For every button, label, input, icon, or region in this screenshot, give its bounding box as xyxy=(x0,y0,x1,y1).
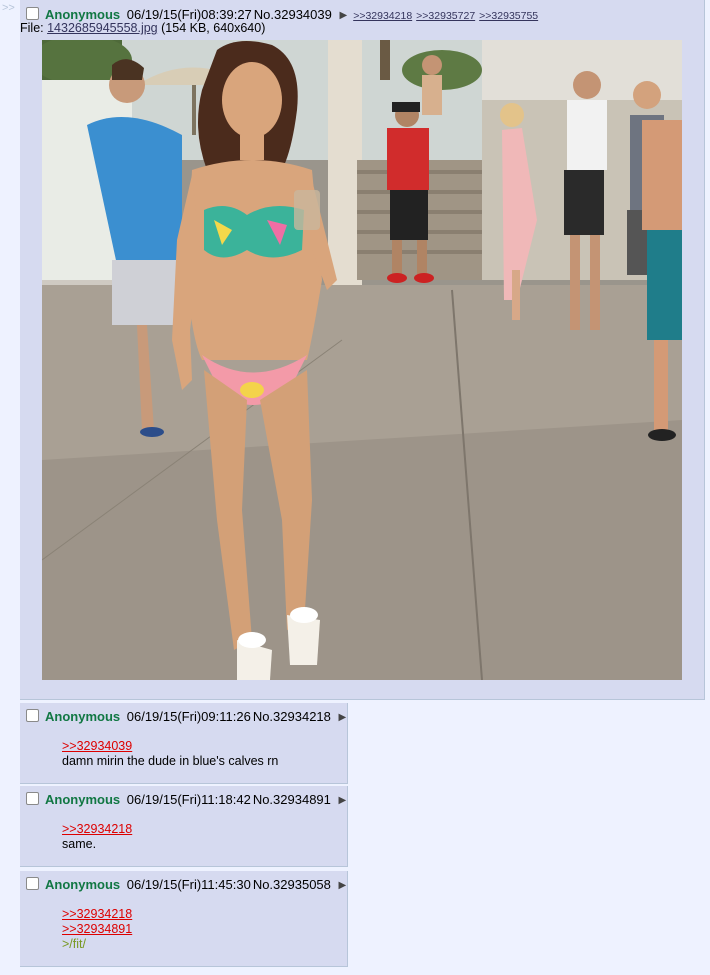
poster-name: Anonymous xyxy=(45,7,121,22)
post-image[interactable] xyxy=(42,40,682,680)
op-post: Anonymous 06/19/15(Fri)08:39:27 No.329340… xyxy=(20,0,705,700)
reply-post: Anonymous 06/19/15(Fri)09:11:26 No.329342… xyxy=(20,703,348,784)
greentext: >/fit/ xyxy=(62,937,86,951)
file-label: File: xyxy=(20,21,44,35)
reply-header: Anonymous 06/19/15(Fri)09:11:26 No.329342… xyxy=(26,709,352,724)
quote-link[interactable]: >>32934218 xyxy=(62,907,132,922)
reply-body: >>32934218 same. xyxy=(62,822,132,852)
post-datetime: 06/19/15(Fri)11:18:42 xyxy=(126,792,251,807)
reply-text: damn mirin the dude in blue's calves rn xyxy=(62,754,279,768)
reply-header: Anonymous 06/19/15(Fri)11:45:30 No.329350… xyxy=(26,877,352,892)
poster-name: Anonymous xyxy=(45,709,121,724)
reply-checkbox[interactable] xyxy=(26,877,39,890)
file-name-link[interactable]: 1432685945558.jpg xyxy=(47,21,158,35)
post-number[interactable]: No.32934218 xyxy=(253,709,331,724)
post-marker: >> xyxy=(2,2,15,14)
reply-post: Anonymous 06/19/15(Fri)11:18:42 No.329348… xyxy=(20,786,348,867)
reply-header: Anonymous 06/19/15(Fri)11:18:42 No.329348… xyxy=(26,792,352,807)
reply-checkbox[interactable] xyxy=(26,709,39,722)
post-menu-arrow-icon[interactable]: ▶ xyxy=(339,795,347,806)
post-menu-arrow-icon[interactable]: ▶ xyxy=(339,880,347,891)
post-datetime: 06/19/15(Fri)09:11:26 xyxy=(126,709,251,724)
post-number[interactable]: No.32935058 xyxy=(253,877,331,892)
backlink[interactable]: >>32935755 xyxy=(479,10,538,22)
backlink[interactable]: >>32934218 xyxy=(353,10,412,22)
post-menu-arrow-icon[interactable]: ▶ xyxy=(339,712,347,723)
file-meta: (154 KB, 640x640) xyxy=(161,21,266,35)
post-datetime: 06/19/15(Fri)11:45:30 xyxy=(126,877,251,892)
quote-link[interactable]: >>32934039 xyxy=(62,739,278,754)
quote-link[interactable]: >>32934218 xyxy=(62,822,132,837)
op-post-header: Anonymous 06/19/15(Fri)08:39:27 No.329340… xyxy=(26,7,542,22)
reply-body: >>32934039 damn mirin the dude in blue's… xyxy=(62,739,278,769)
poster-name: Anonymous xyxy=(45,877,121,892)
post-menu-arrow-icon[interactable]: ▶ xyxy=(339,10,347,21)
reply-text: same. xyxy=(62,837,97,851)
op-checkbox[interactable] xyxy=(26,7,39,20)
quote-link[interactable]: >>32934891 xyxy=(62,922,132,937)
reply-body: >>32934218 >>32934891 >/fit/ xyxy=(62,907,132,952)
backlink[interactable]: >>32935727 xyxy=(416,10,475,22)
reply-post: Anonymous 06/19/15(Fri)11:45:30 No.329350… xyxy=(20,871,348,967)
file-info-line: File: 1432685945558.jpg (154 KB, 640x640… xyxy=(20,21,265,35)
poster-name: Anonymous xyxy=(45,792,121,807)
post-number[interactable]: No.32934039 xyxy=(254,7,332,22)
post-datetime: 06/19/15(Fri)08:39:27 xyxy=(126,7,252,22)
reply-checkbox[interactable] xyxy=(26,792,39,805)
post-number[interactable]: No.32934891 xyxy=(253,792,331,807)
post-image-picture xyxy=(42,40,682,680)
